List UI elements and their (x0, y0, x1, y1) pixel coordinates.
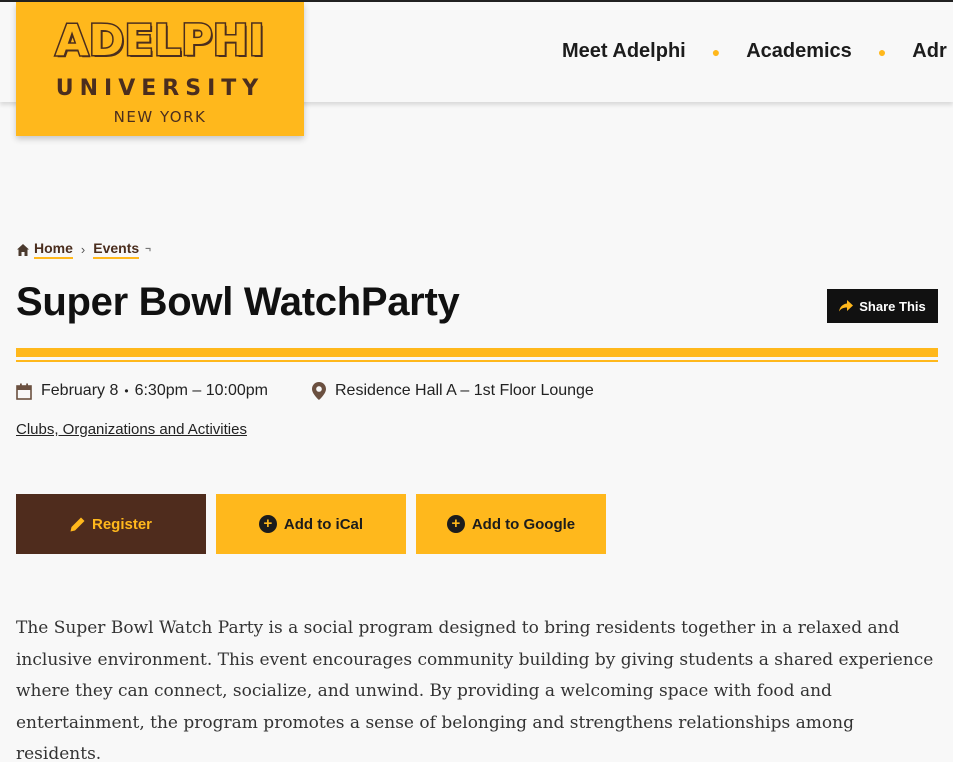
breadcrumb-end-icon: ¬ (145, 244, 152, 255)
event-category-link[interactable]: Clubs, Organizations and Activities (16, 421, 247, 438)
logo-university: UNIVERSITY (55, 76, 265, 101)
logo-wordmark: ADELPHI (54, 15, 266, 68)
event-location-text: Residence Hall A – 1st Floor Lounge (335, 382, 594, 399)
plus-circle-icon: + (446, 515, 465, 533)
nav-academics[interactable]: Academics (746, 40, 852, 63)
share-button[interactable]: Share This (827, 289, 938, 323)
event-date: February 8 (41, 382, 119, 399)
datetime-separator: • (124, 384, 129, 398)
page-title: Super Bowl WatchParty (16, 280, 460, 324)
nav-admissions[interactable]: Adr (912, 40, 946, 63)
breadcrumb-events[interactable]: Events (93, 240, 140, 259)
location-pin-icon (312, 382, 326, 400)
breadcrumb: Home › Events ¬ (16, 240, 151, 259)
nav-separator-dot: ● (711, 43, 721, 60)
share-arrow-icon (839, 300, 854, 312)
event-datetime: February 8 • 6:30pm – 10:00pm (16, 382, 268, 400)
nav-separator-dot: ● (877, 43, 887, 60)
add-to-google-label: Add to Google (471, 515, 576, 533)
title-divider-thin (16, 360, 938, 362)
share-label: Share This (859, 298, 926, 314)
add-to-google-button[interactable]: + Add to Google (416, 494, 606, 554)
event-time: 6:30pm – 10:00pm (134, 382, 268, 399)
add-to-ical-button[interactable]: + Add to iCal (216, 494, 406, 554)
logo-location: NEW YORK (113, 108, 207, 126)
add-to-ical-label: Add to iCal (283, 515, 364, 533)
breadcrumb-home[interactable]: Home (34, 240, 73, 259)
title-divider (16, 348, 938, 357)
register-label: Register (91, 515, 153, 533)
event-location: Residence Hall A – 1st Floor Lounge (312, 382, 594, 400)
register-button[interactable]: Register (16, 494, 206, 554)
university-logo[interactable]: ADELPHI UNIVERSITY NEW YORK (16, 2, 304, 136)
main-nav: Meet Adelphi ● Academics ● Adr (562, 40, 947, 63)
nav-meet-adelphi[interactable]: Meet Adelphi (562, 40, 686, 63)
breadcrumb-separator: › (80, 242, 86, 257)
home-icon (17, 243, 29, 256)
pencil-icon (70, 517, 85, 531)
event-description: The Super Bowl Watch Party is a social p… (16, 618, 934, 762)
calendar-icon (16, 383, 32, 400)
plus-circle-icon: + (258, 515, 277, 533)
